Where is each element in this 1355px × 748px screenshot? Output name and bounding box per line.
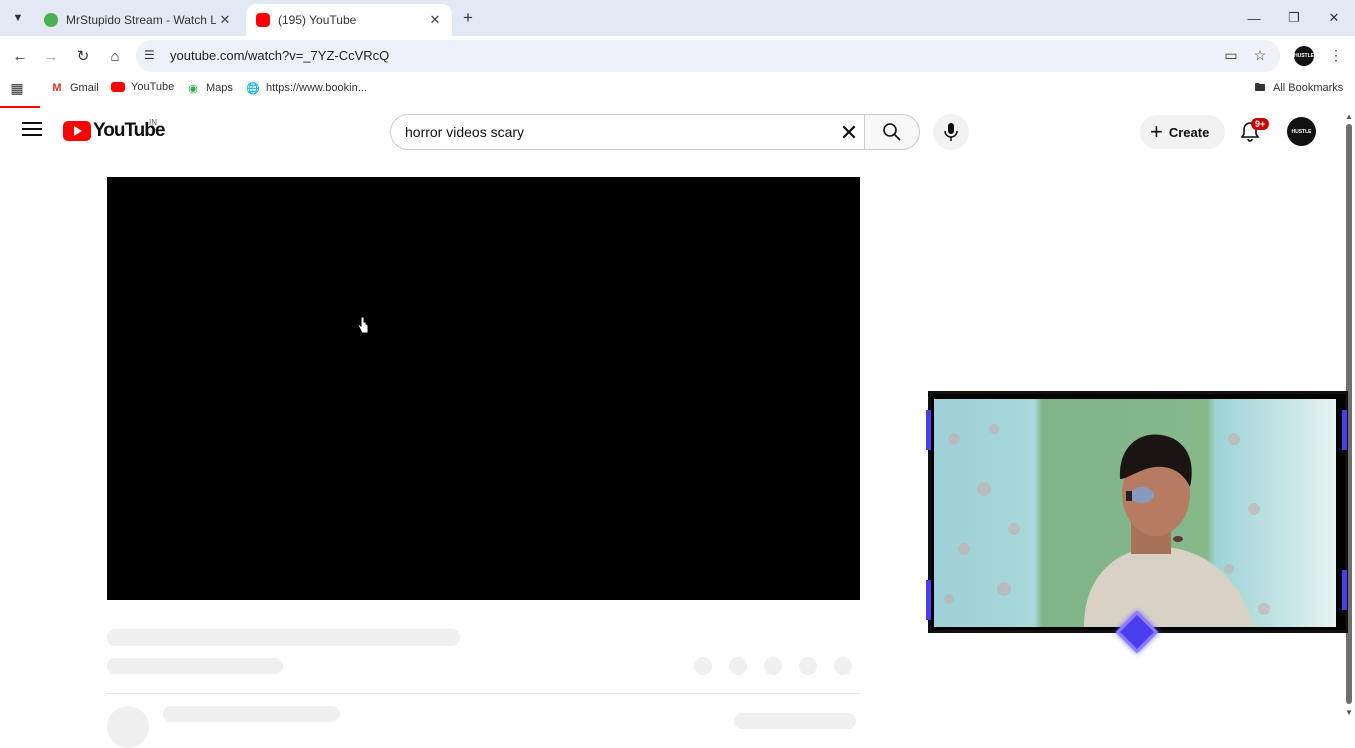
divider xyxy=(107,693,860,694)
bookmark-youtube[interactable]: YouTube xyxy=(111,81,174,93)
search-button[interactable] xyxy=(864,114,920,150)
bookmark-maps[interactable]: ◉ Maps xyxy=(186,81,233,95)
action-skeleton xyxy=(834,657,852,675)
url-text[interactable]: youtube.com/watch?v=_7YZ-CcVRcQ xyxy=(170,48,389,63)
maps-icon: ◉ xyxy=(188,82,198,95)
title-skeleton xyxy=(107,629,460,646)
youtube-logo[interactable]: YouTube IN xyxy=(63,118,165,142)
browser-menu-icon[interactable]: ⋮ xyxy=(1325,44,1347,66)
meta-skeleton xyxy=(107,658,283,674)
overlay-accent xyxy=(1342,570,1347,610)
tab-youtube[interactable]: (195) YouTube ✕ xyxy=(246,4,452,36)
clear-search-icon[interactable]: ✕ xyxy=(835,119,863,147)
bookmark-label: https://www.bookin... xyxy=(266,82,367,94)
close-tab-icon[interactable]: ✕ xyxy=(216,11,234,29)
create-label: Create xyxy=(1168,124,1210,140)
notification-badge: 9+ xyxy=(1251,118,1270,130)
gmail-icon: M xyxy=(52,82,62,94)
country-code: IN xyxy=(149,118,157,127)
bookmark-booking[interactable]: 🌐 https://www.bookin... xyxy=(246,81,367,95)
browser-tab-bar: ▼ MrStupido Stream - Watch Live ✕ (195) … xyxy=(0,0,1355,36)
install-app-icon[interactable]: ▭ xyxy=(1220,44,1242,66)
all-bookmarks-label: All Bookmarks xyxy=(1273,82,1344,94)
tab-mrstupido-stream[interactable]: MrStupido Stream - Watch Live ✕ xyxy=(34,4,242,36)
webcam-scene xyxy=(944,424,1270,627)
channel-avatar-skeleton xyxy=(107,706,149,748)
search-input[interactable]: horror videos scary ✕ xyxy=(390,114,864,150)
scroll-up-icon[interactable]: ▲ xyxy=(1343,110,1355,122)
back-icon[interactable]: ← xyxy=(8,44,32,68)
all-bookmarks[interactable]: 🖿 All Bookmarks xyxy=(1253,81,1344,95)
globe-icon: 🌐 xyxy=(246,82,260,95)
bookmark-label: YouTube xyxy=(131,81,175,93)
bookmarks-bar: ▦ M Gmail YouTube ◉ Maps 🌐 https://www.b… xyxy=(0,76,1355,102)
browser-profile-avatar[interactable]: HUSTLE xyxy=(1294,46,1314,66)
apps-grid-icon[interactable]: ▦ xyxy=(10,80,24,96)
bookmark-gmail[interactable]: M Gmail xyxy=(50,81,99,95)
mrstupido-favicon-icon xyxy=(44,13,58,27)
bookmark-star-icon[interactable]: ☆ xyxy=(1249,44,1271,66)
tab-title: (195) YouTube xyxy=(278,13,357,27)
close-window-icon[interactable]: ✕ xyxy=(1322,6,1346,30)
youtube-play-icon xyxy=(63,121,91,141)
scroll-down-icon[interactable]: ▼ xyxy=(1343,706,1355,718)
action-skeleton xyxy=(799,657,817,675)
video-player[interactable] xyxy=(107,177,860,600)
subscribe-skeleton xyxy=(734,713,856,729)
account-avatar[interactable]: HUSTLE xyxy=(1287,117,1316,146)
action-skeleton xyxy=(764,657,782,675)
search-query[interactable]: horror videos scary xyxy=(405,124,524,140)
webcam-feed xyxy=(934,399,1336,627)
home-icon[interactable]: ⌂ xyxy=(103,44,127,68)
hand-cursor-icon xyxy=(357,316,369,334)
overlay-accent xyxy=(926,410,931,450)
search-icon xyxy=(883,123,901,141)
tab-title: MrStupido Stream - Watch Live xyxy=(66,13,216,27)
overlay-accent xyxy=(926,580,931,620)
action-skeleton xyxy=(694,657,712,675)
restore-icon[interactable]: ❐ xyxy=(1282,6,1306,30)
guide-menu-icon[interactable] xyxy=(22,122,42,138)
bookmark-label: Gmail xyxy=(70,82,99,94)
browser-toolbar: ← → ↻ ⌂ ☰ youtube.com/watch?v=_7YZ-CcVRc… xyxy=(0,36,1355,76)
site-settings-icon[interactable]: ☰ xyxy=(144,48,160,64)
minimize-icon[interactable]: — xyxy=(1242,6,1266,30)
folder-icon: 🖿 xyxy=(1254,81,1266,94)
voice-search-button[interactable] xyxy=(933,114,969,150)
plus-icon: + xyxy=(1150,119,1163,144)
new-tab-button[interactable]: + xyxy=(458,8,478,28)
bookmark-label: Maps xyxy=(206,82,233,94)
close-tab-icon[interactable]: ✕ xyxy=(426,11,444,29)
action-skeleton xyxy=(729,657,747,675)
youtube-favicon-icon xyxy=(256,13,270,27)
create-button[interactable]: + Create xyxy=(1140,115,1225,149)
reload-icon[interactable]: ↻ xyxy=(71,44,95,68)
overlay-accent xyxy=(1342,410,1347,450)
tab-search-chevron-icon[interactable]: ▼ xyxy=(6,6,30,30)
address-bar[interactable]: ☰ youtube.com/watch?v=_7YZ-CcVRcQ xyxy=(136,40,1280,72)
forward-icon[interactable]: → xyxy=(39,44,63,68)
youtube-icon xyxy=(111,82,125,92)
microphone-icon xyxy=(944,123,958,141)
